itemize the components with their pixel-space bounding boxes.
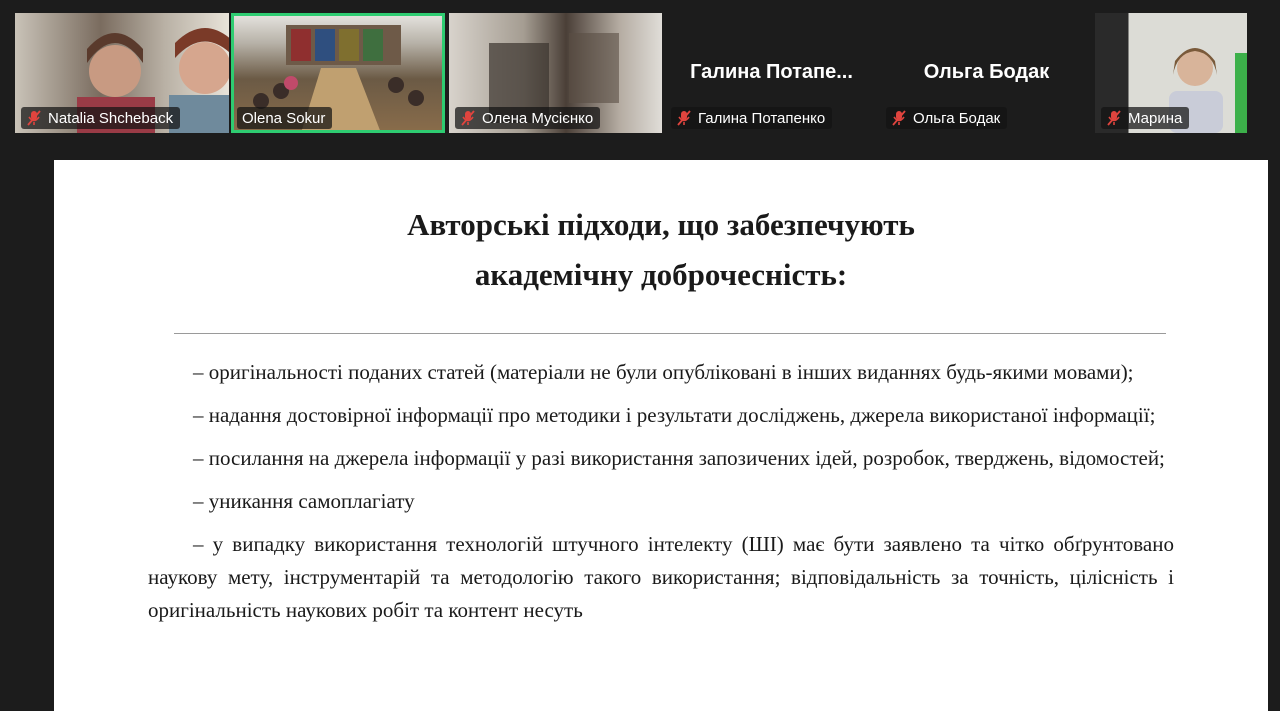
video-tile-maryna[interactable]: Марина [1095, 13, 1247, 133]
participant-name: Olena Sokur [242, 109, 326, 127]
mic-muted-icon [677, 110, 691, 126]
participant-nametag: Галина Потапенко [671, 107, 833, 129]
slide-list-item: – у випадку використання технологій штуч… [148, 532, 1174, 622]
slide-divider [174, 333, 1166, 334]
slide-body: – оригінальності поданих статей (матеріа… [148, 356, 1174, 637]
video-tile-olena-sokur[interactable]: Olena Sokur [231, 13, 445, 133]
mic-muted-icon [461, 110, 475, 126]
video-tile-halyna-potapenko[interactable]: Галина Потапе... Галина Потапенко [665, 13, 878, 133]
participant-display-name: Галина Потапе... [690, 61, 853, 83]
mic-muted-icon [1107, 110, 1121, 126]
participant-name: Марина [1128, 109, 1183, 127]
shared-screen-slide: Авторські підходи, що забезпечують акаде… [54, 160, 1268, 711]
participant-name: Ольга Бодак [913, 109, 1001, 127]
slide-list-item: – оригінальності поданих статей (матеріа… [193, 360, 1134, 384]
slide-title-line-1: Авторські підходи, що забезпечують [407, 207, 915, 242]
participant-name: Natalia Shcheback [48, 109, 174, 127]
slide-list-item: – надання достовірної інформації про мет… [193, 403, 1156, 427]
slide-list-item: – посилання на джерела інформації у разі… [193, 446, 1165, 470]
participant-nametag: Natalia Shcheback [21, 107, 181, 129]
video-tile-natalia-shcheback[interactable]: Natalia Shcheback [15, 13, 229, 133]
participant-strip: Natalia Shcheback Olena Sokur Олена Мусі… [0, 0, 1280, 146]
participant-name: Галина Потапенко [698, 109, 826, 127]
participant-nametag: Олена Мусієнко [455, 107, 601, 129]
participant-name: Олена Мусієнко [482, 109, 594, 127]
slide-list-item: – уникання самоплагіату [193, 489, 415, 513]
participant-display-name: Ольга Бодак [923, 61, 1050, 83]
mic-muted-icon [27, 110, 41, 126]
mic-muted-icon [892, 110, 906, 126]
slide-title-line-2: академічну доброчесність: [474, 257, 848, 292]
participant-nametag: Olena Sokur [237, 107, 333, 129]
slide-title: Авторські підходи, що забезпечують акаде… [54, 200, 1268, 300]
video-tile-olha-bodak[interactable]: Ольга Бодак Ольга Бодак [880, 13, 1093, 133]
participant-nametag: Ольга Бодак [886, 107, 1008, 129]
video-tile-olena-musiienko[interactable]: Олена Мусієнко [449, 13, 662, 133]
participant-nametag: Марина [1101, 107, 1190, 129]
